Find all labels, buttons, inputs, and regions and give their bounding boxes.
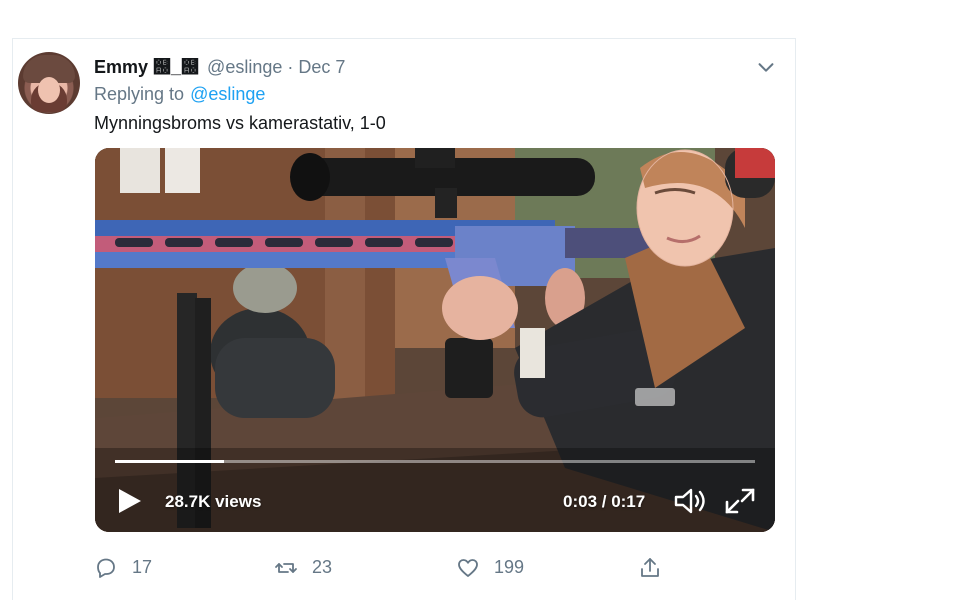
video-time: 0:03 / 0:17 bbox=[563, 492, 646, 511]
expand-icon[interactable] bbox=[723, 486, 757, 516]
replying-to: Replying to @eslinge bbox=[94, 84, 265, 105]
avatar[interactable] bbox=[18, 52, 80, 114]
share-icon bbox=[641, 558, 659, 577]
tweet-date[interactable]: Dec 7 bbox=[298, 57, 345, 77]
retweet-icon bbox=[275, 563, 297, 573]
avatar-face bbox=[38, 77, 60, 103]
play-icon[interactable] bbox=[115, 486, 143, 516]
chevron-down-icon[interactable] bbox=[755, 56, 777, 78]
progress-bar[interactable] bbox=[115, 460, 755, 463]
like-count: 199 bbox=[494, 557, 525, 577]
tweet-text: Mynningsbroms vs kamerastativ, 1-0 bbox=[94, 113, 386, 133]
video-player[interactable]: 28.7K views 0:03 / 0:17 bbox=[95, 148, 775, 532]
separator-dot: · bbox=[287, 57, 294, 77]
reply-count: 17 bbox=[132, 557, 153, 577]
tweet-header: Emmy ஠_஠ @eslinge · Dec 7 bbox=[94, 55, 345, 79]
author-name[interactable]: Emmy ஠_஠ bbox=[94, 57, 199, 77]
replying-handle-link[interactable]: @eslinge bbox=[190, 84, 265, 104]
reply-icon bbox=[97, 558, 115, 578]
replying-label: Replying to bbox=[94, 84, 185, 104]
author-handle[interactable]: @eslinge bbox=[207, 57, 282, 77]
share-button[interactable] bbox=[638, 554, 664, 582]
like-icon bbox=[458, 559, 478, 577]
volume-icon[interactable] bbox=[673, 486, 709, 516]
video-frame bbox=[95, 148, 775, 532]
retweet-count: 23 bbox=[312, 557, 333, 577]
view-count: 28.7K views bbox=[165, 492, 262, 511]
progress-fill bbox=[115, 460, 224, 463]
